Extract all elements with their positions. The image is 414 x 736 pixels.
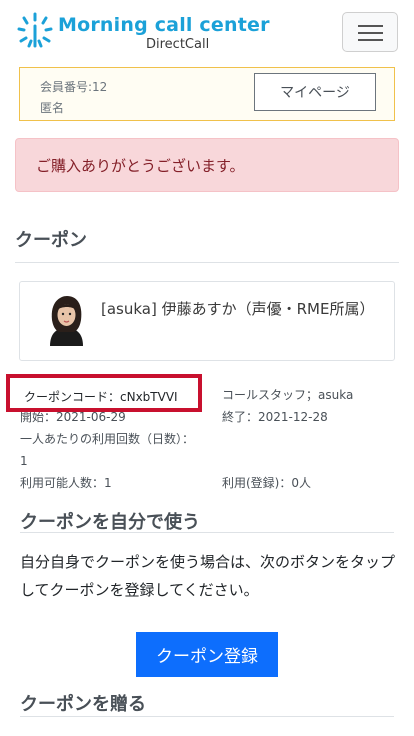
hamburger-menu-icon	[358, 39, 383, 41]
divider	[20, 532, 394, 533]
coupon-end-date: 終了：2021-12-28	[222, 410, 328, 424]
mypage-button[interactable]: マイページ	[254, 73, 376, 111]
coupon-code: クーポンコード：cNxbTVVI	[24, 390, 178, 404]
teacher-name[interactable]: [asuka] 伊藤あすか（声優・RME所属）	[101, 296, 374, 322]
call-staff: コールスタッフ；asuka	[222, 388, 354, 402]
member-info-box: 会員番号:12 匿名 マイページ	[19, 67, 395, 121]
avatar	[44, 294, 89, 346]
brand-subtitle: DirectCall	[146, 37, 210, 52]
hamburger-menu-icon	[358, 25, 383, 27]
users-allowed: 利用可能人数：1	[20, 476, 112, 490]
gift-heading: クーポンを贈る	[20, 694, 146, 715]
coupon-register-button[interactable]: クーポン登録	[136, 632, 278, 677]
self-use-description: 自分自身でクーポンを使う場合は、次のボタンをタップしてクーポンを登録してください…	[20, 553, 396, 599]
sunburst-logo-icon[interactable]	[16, 12, 54, 50]
divider	[20, 716, 394, 717]
brand-title[interactable]: Morning call center	[58, 14, 270, 36]
registered-users: 利用(登録)：0人	[222, 476, 311, 490]
hamburger-menu-icon	[358, 32, 383, 34]
success-alert: ご購入ありがとうございます。	[15, 138, 399, 192]
divider	[15, 262, 399, 263]
member-number: 会員番号:12	[40, 80, 108, 94]
coupon-heading: クーポン	[15, 230, 87, 251]
navbar: Morning call center DirectCall	[0, 0, 414, 65]
menu-toggle-button[interactable]	[342, 12, 398, 52]
member-name: 匿名	[40, 101, 65, 115]
per-person-uses: 一人あたりの利用回数（日数）：1	[20, 432, 195, 468]
self-use-heading: クーポンを自分で使う	[20, 512, 200, 533]
coupon-code-highlight: クーポンコード：cNxbTVVI	[6, 374, 202, 412]
teacher-card[interactable]: [asuka] 伊藤あすか（声優・RME所属）	[19, 281, 395, 361]
